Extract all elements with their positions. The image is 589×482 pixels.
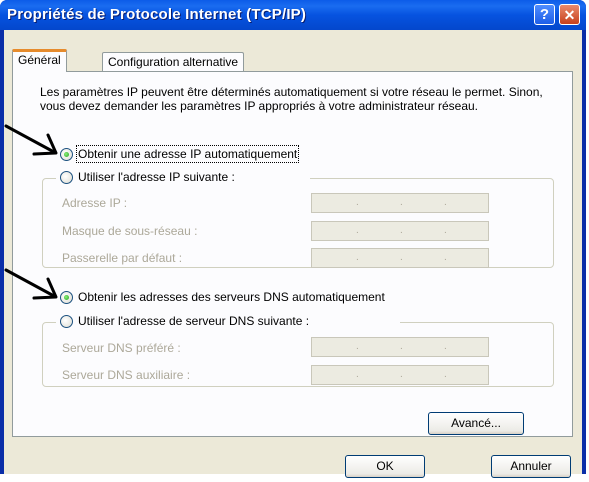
label-ip-manual[interactable]: Utiliser l'adresse IP suivante :: [78, 170, 235, 184]
window-title: Propriétés de Protocole Internet (TCP/IP…: [7, 6, 307, 23]
dialog-client-area: Général Configuration alternative Les pa…: [4, 30, 582, 478]
radio-dns-manual[interactable]: [60, 315, 73, 328]
label-ip-auto[interactable]: Obtenir une adresse IP automatiquement: [75, 145, 300, 163]
description-text: Les paramètres IP peuvent être déterminé…: [40, 85, 543, 113]
ip-address-label: Adresse IP :: [62, 196, 128, 210]
dialog-window: Propriétés de Protocole Internet (TCP/IP…: [0, 0, 586, 478]
subnet-mask-label: Masque de sous-réseau :: [62, 224, 198, 238]
tab-alternate-configuration[interactable]: Configuration alternative: [102, 52, 245, 72]
ok-button[interactable]: OK: [345, 455, 425, 478]
pointer-arrow-ip-icon: [4, 124, 58, 156]
label-dns-manual[interactable]: Utiliser l'adresse de serveur DNS suivan…: [78, 314, 309, 328]
cancel-button[interactable]: Annuler: [491, 455, 571, 478]
default-gateway-field[interactable]: ...: [311, 248, 489, 268]
title-bar[interactable]: Propriétés de Protocole Internet (TCP/IP…: [0, 0, 586, 30]
radio-ip-manual[interactable]: [60, 171, 73, 184]
advanced-button[interactable]: Avancé...: [428, 412, 524, 435]
default-gateway-label: Passerelle par défaut :: [62, 251, 183, 265]
ip-address-field[interactable]: ...: [311, 193, 489, 213]
preferred-dns-field[interactable]: ...: [311, 337, 489, 357]
alternate-dns-field[interactable]: ...: [311, 365, 489, 385]
alternate-dns-label: Serveur DNS auxiliaire :: [62, 368, 191, 382]
subnet-mask-field[interactable]: ...: [311, 221, 489, 241]
label-dns-auto[interactable]: Obtenir les adresses des serveurs DNS au…: [78, 290, 385, 304]
preferred-dns-label: Serveur DNS préféré :: [62, 341, 181, 355]
pointer-arrow-dns-icon: [4, 268, 58, 300]
tab-general[interactable]: Général: [12, 49, 67, 72]
help-button[interactable]: ?: [534, 4, 555, 25]
close-button[interactable]: ✕: [559, 4, 580, 25]
